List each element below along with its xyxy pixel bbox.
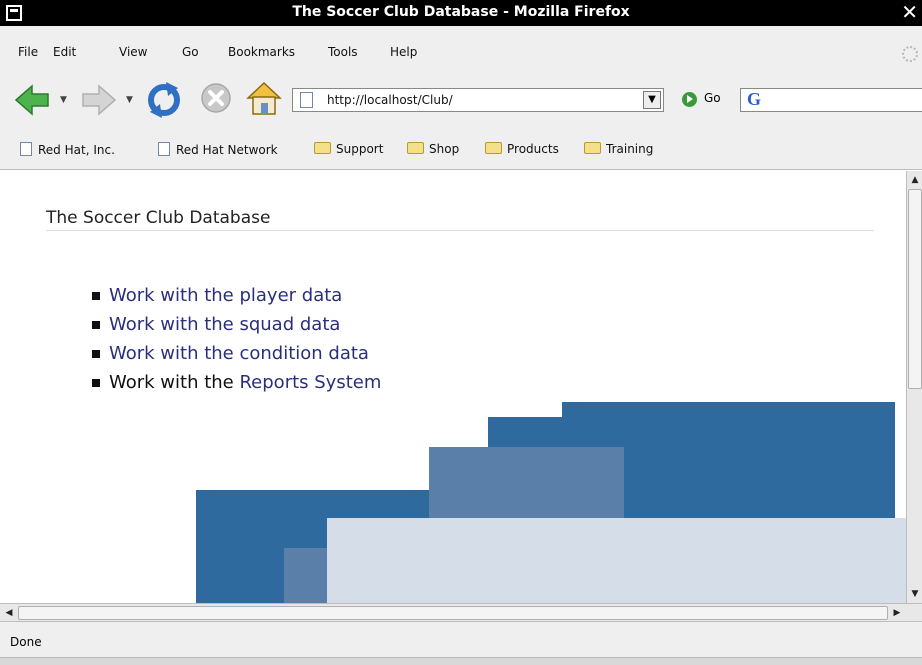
condition-data-link[interactable]: Work with the condition data xyxy=(109,343,369,364)
menu-file[interactable]: File xyxy=(18,45,38,59)
squad-data-link[interactable]: Work with the squad data xyxy=(109,314,340,335)
throbber-icon xyxy=(902,46,918,62)
window-title: The Soccer Club Database - Mozilla Firef… xyxy=(292,4,630,20)
decorative-block xyxy=(327,518,906,603)
menu-help[interactable]: Help xyxy=(390,45,417,59)
navigation-toolbar: ▼ ▼ http://localhost/Club/ ▼ Go G xyxy=(0,68,922,130)
scroll-down-icon[interactable]: ▼ xyxy=(908,587,922,601)
url-bar[interactable]: http://localhost/Club/ ▼ xyxy=(292,88,664,112)
list-item: Work with the squad data xyxy=(92,310,381,339)
status-text: Done xyxy=(10,635,42,649)
bookmark-label: Products xyxy=(507,142,559,156)
url-history-dropdown-icon[interactable]: ▼ xyxy=(643,91,661,109)
folder-icon xyxy=(407,142,424,154)
bookmark-label: Shop xyxy=(429,142,460,156)
go-icon xyxy=(682,92,697,107)
heading-divider xyxy=(46,230,874,231)
reports-prefix: Work with the xyxy=(109,372,240,393)
folder-icon xyxy=(314,142,331,154)
reload-icon[interactable] xyxy=(144,80,184,120)
bookmark-red-hat-network[interactable]: Red Hat Network xyxy=(158,142,278,157)
scroll-left-icon[interactable]: ◀ xyxy=(2,606,16,620)
menu-tools[interactable]: Tools xyxy=(328,45,358,59)
forward-history-dropdown-icon[interactable]: ▼ xyxy=(126,95,133,105)
folder-icon xyxy=(584,142,601,154)
horizontal-scrollbar[interactable]: ◀ ▶ xyxy=(0,603,922,621)
reports-system-link[interactable]: Reports System xyxy=(239,372,381,393)
window-title-bar: The Soccer Club Database - Mozilla Firef… xyxy=(0,0,922,26)
taskbar-strip xyxy=(0,657,922,665)
home-icon[interactable] xyxy=(244,78,284,118)
bookmark-red-hat-inc[interactable]: Red Hat, Inc. xyxy=(20,142,115,157)
folder-icon xyxy=(485,142,502,154)
back-history-dropdown-icon[interactable]: ▼ xyxy=(60,95,67,105)
main-menu-list: Work with the player data Work with the … xyxy=(92,281,381,397)
scroll-up-icon[interactable]: ▲ xyxy=(908,173,922,187)
close-window-icon[interactable]: ✕ xyxy=(901,1,918,23)
bookmarks-toolbar: Red Hat, Inc. Red Hat Network Support Sh… xyxy=(0,130,922,170)
bookmark-products[interactable]: Products xyxy=(485,142,559,156)
back-arrow-icon[interactable] xyxy=(14,81,52,119)
player-data-link[interactable]: Work with the player data xyxy=(109,285,342,306)
document-icon xyxy=(158,142,170,156)
bookmark-label: Red Hat, Inc. xyxy=(38,143,115,157)
page-title: The Soccer Club Database xyxy=(46,208,271,228)
page-icon xyxy=(300,92,313,108)
search-box[interactable]: G xyxy=(740,88,922,112)
bookmark-label: Support xyxy=(336,142,384,156)
menu-bar: File Edit View Go Bookmarks Tools Help xyxy=(0,26,922,68)
url-text[interactable]: http://localhost/Club/ xyxy=(327,93,453,107)
go-label: Go xyxy=(704,91,721,105)
document-icon xyxy=(20,142,32,156)
status-bar: Done xyxy=(0,621,922,665)
list-item: Work with the player data xyxy=(92,281,381,310)
menu-edit[interactable]: Edit xyxy=(53,45,76,59)
list-item: Work with the Reports System xyxy=(92,368,381,397)
menu-go[interactable]: Go xyxy=(182,45,199,59)
vertical-scrollbar[interactable]: ▲ ▼ xyxy=(906,171,922,603)
list-item: Work with the condition data xyxy=(92,339,381,368)
bookmark-label: Red Hat Network xyxy=(176,143,278,157)
vertical-scroll-thumb[interactable] xyxy=(908,189,922,389)
menu-bookmarks[interactable]: Bookmarks xyxy=(228,45,295,59)
bookmark-shop[interactable]: Shop xyxy=(407,142,459,156)
menu-view[interactable]: View xyxy=(119,45,147,59)
bookmark-label: Training xyxy=(606,142,654,156)
bookmark-support[interactable]: Support xyxy=(314,142,383,156)
scroll-right-icon[interactable]: ▶ xyxy=(890,606,904,620)
horizontal-scroll-thumb[interactable] xyxy=(18,606,888,620)
forward-arrow-icon[interactable] xyxy=(79,81,117,119)
google-search-icon[interactable]: G xyxy=(747,89,761,110)
stop-icon[interactable] xyxy=(200,82,232,114)
page-content: The Soccer Club Database Work with the p… xyxy=(0,171,906,603)
bookmark-training[interactable]: Training xyxy=(584,142,653,156)
